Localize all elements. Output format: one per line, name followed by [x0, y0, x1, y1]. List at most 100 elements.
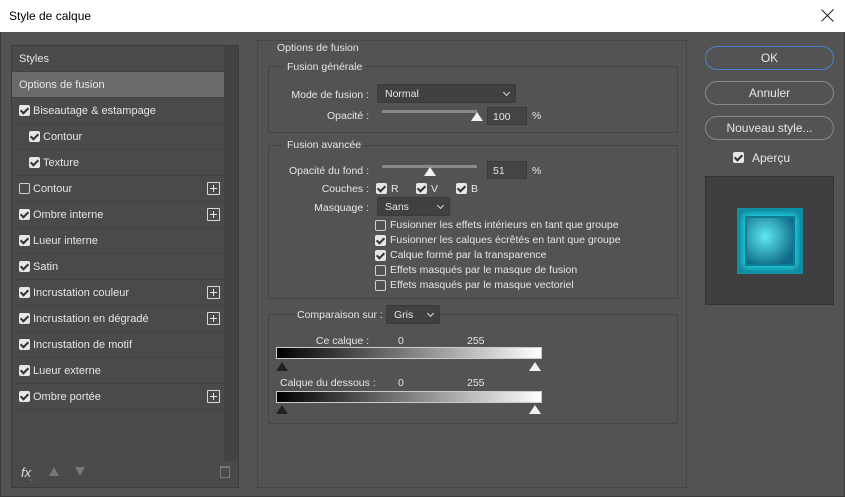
style-item[interactable]: Incrustation de motif [12, 332, 224, 358]
style-item-label: Texture [43, 157, 80, 169]
style-checkbox[interactable] [19, 365, 30, 376]
cancel-button[interactable]: Annuler [705, 81, 834, 105]
add-instance-icon[interactable] [207, 312, 220, 325]
knockout-label: Masquage : [314, 202, 369, 214]
add-instance-icon[interactable] [207, 208, 220, 221]
advanced-option-checkbox[interactable] [375, 280, 386, 291]
style-item-label: Contour [33, 183, 73, 195]
channel-checkbox[interactable] [456, 183, 467, 194]
style-item-label: Incrustation de motif [33, 339, 133, 351]
style-checkbox[interactable] [19, 183, 30, 194]
ok-button[interactable]: OK [705, 46, 834, 70]
style-checkbox[interactable] [19, 261, 30, 272]
knockout-dropdown[interactable]: Sans [377, 197, 450, 216]
channels-label: Couches : [321, 183, 369, 195]
blending-options-title: Options de fusion [274, 42, 362, 54]
channel-checkbox[interactable] [416, 183, 427, 194]
add-instance-icon[interactable] [207, 390, 220, 403]
style-checkbox[interactable] [29, 157, 40, 168]
chevron-down-icon [426, 309, 435, 318]
blend-if-label: Comparaison sur : [297, 309, 383, 321]
style-item[interactable]: Incrustation couleur [12, 280, 224, 306]
style-checkbox[interactable] [19, 105, 30, 116]
advanced-option-checkbox[interactable] [375, 220, 386, 231]
style-item[interactable]: Options de fusion [12, 72, 224, 98]
advanced-option-label: Calque formé par la transparence [390, 249, 547, 261]
style-item[interactable]: Lueur interne [12, 228, 224, 254]
this-layer-black-thumb[interactable] [276, 362, 288, 371]
this-layer-high-value: 255 [467, 335, 485, 347]
style-item-label: Satin [33, 261, 59, 273]
advanced-option-checkbox[interactable] [375, 265, 386, 276]
style-checkbox[interactable] [19, 235, 30, 246]
styles-footer: fx. [12, 459, 238, 487]
style-checkbox[interactable] [19, 209, 30, 220]
style-item-label: Lueur externe [33, 365, 101, 377]
preview-checkbox[interactable] [733, 152, 744, 163]
style-item[interactable]: Contour [12, 124, 224, 150]
style-item[interactable]: Ombre portée [12, 384, 224, 410]
opacity-input[interactable]: 100 [487, 107, 527, 125]
styles-header[interactable]: Styles [12, 46, 224, 72]
styles-panel: Styles Options de fusion Biseautage & est… [11, 45, 239, 488]
fill-opacity-slider-thumb[interactable] [424, 167, 437, 176]
style-item-label: Options de fusion [19, 79, 105, 91]
underlying-white-thumb[interactable] [529, 405, 541, 414]
advanced-option-checkbox[interactable] [375, 250, 386, 261]
chevron-down-icon [436, 201, 445, 210]
underlying-layer-label: Calque du dessous : [280, 377, 376, 389]
add-instance-icon[interactable] [207, 286, 220, 299]
style-item-label: Incrustation en dégradé [33, 313, 149, 325]
advanced-option-label: Fusionner les effets intérieurs en tant … [390, 219, 619, 231]
styles-header-label: Styles [19, 53, 49, 65]
style-preview [705, 176, 834, 305]
fill-opacity-input[interactable]: 51 [487, 161, 527, 179]
style-item-label: Lueur interne [33, 235, 98, 247]
blend-mode-dropdown[interactable]: Normal [377, 84, 516, 103]
style-item-label: Ombre interne [33, 209, 104, 221]
new-style-button[interactable]: Nouveau style... [705, 116, 834, 140]
move-down-icon[interactable] [75, 467, 85, 476]
style-item[interactable]: Contour [12, 176, 224, 202]
window-title: Style de calque [9, 9, 92, 23]
style-item-label: Biseautage & estampage [33, 105, 156, 117]
opacity-label: Opacité : [326, 110, 369, 122]
style-item[interactable]: Texture [12, 150, 224, 176]
style-item[interactable]: Satin [12, 254, 224, 280]
style-item[interactable]: Incrustation en dégradé [12, 306, 224, 332]
general-blending-title: Fusion générale [284, 61, 366, 73]
title-bar: Style de calque [0, 0, 845, 32]
style-item[interactable]: Lueur externe [12, 358, 224, 384]
style-checkbox[interactable] [19, 339, 30, 350]
trash-icon[interactable] [220, 466, 230, 478]
advanced-option-checkbox[interactable] [375, 235, 386, 246]
underlying-black-thumb[interactable] [276, 405, 288, 414]
blend-mode-label: Mode de fusion : [291, 89, 369, 101]
style-item[interactable]: Biseautage & estampage [12, 98, 224, 124]
fx-icon[interactable]: fx. [21, 465, 33, 483]
style-item-label: Contour [43, 131, 83, 143]
close-icon[interactable] [821, 8, 835, 22]
underlying-high-value: 255 [467, 377, 485, 389]
style-item[interactable]: Ombre interne [12, 202, 224, 228]
opacity-slider[interactable] [382, 110, 477, 113]
style-checkbox[interactable] [19, 391, 30, 402]
add-instance-icon[interactable] [207, 182, 220, 195]
fill-opacity-unit: % [532, 165, 542, 177]
blend-if-dropdown[interactable]: Gris [386, 305, 440, 324]
preview-label: Aperçu [752, 151, 791, 165]
fill-opacity-label: Opacité du fond : [289, 165, 369, 177]
opacity-slider-thumb[interactable] [471, 112, 483, 121]
chevron-down-icon [502, 88, 511, 97]
this-layer-white-thumb[interactable] [529, 362, 541, 371]
this-layer-low-value: 0 [398, 335, 404, 347]
move-up-icon[interactable] [49, 467, 59, 476]
style-checkbox[interactable] [19, 287, 30, 298]
preview-thumbnail [737, 208, 803, 274]
style-checkbox[interactable] [19, 313, 30, 324]
styles-scrollbar[interactable] [224, 46, 238, 461]
style-checkbox[interactable] [29, 131, 40, 142]
this-layer-label: Ce calque : [315, 335, 369, 347]
channel-checkbox[interactable] [376, 183, 387, 194]
underlying-gradient [276, 391, 542, 403]
